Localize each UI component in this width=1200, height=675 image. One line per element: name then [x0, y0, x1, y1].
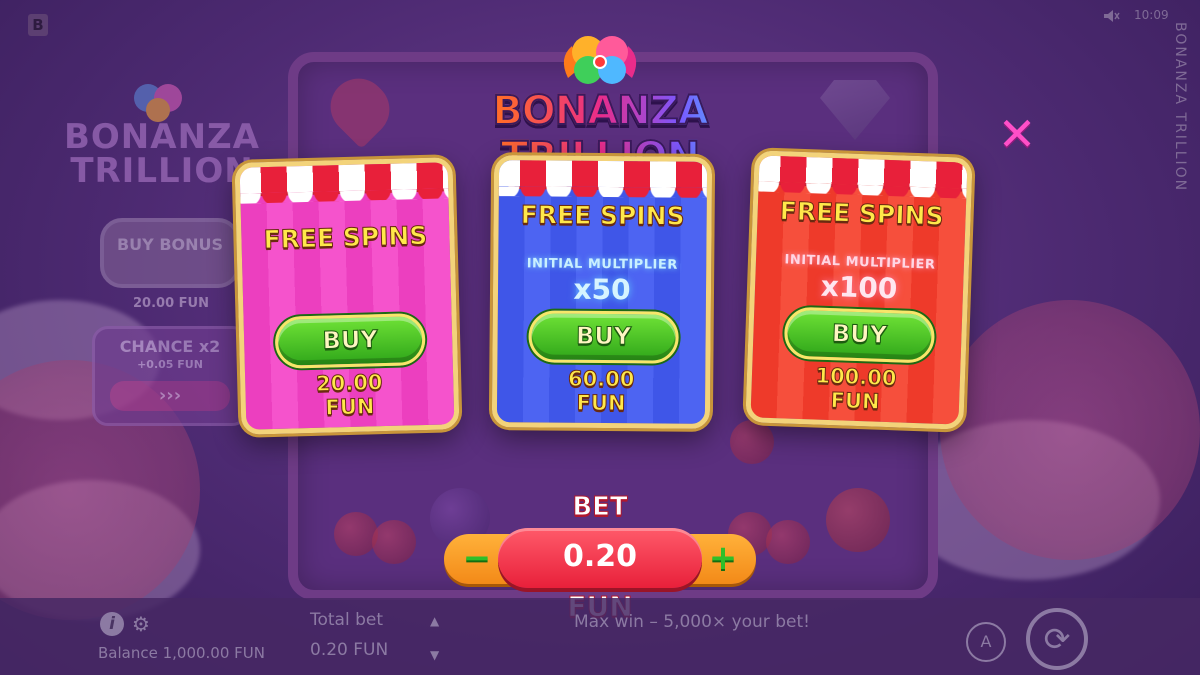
multiplier-value: x100	[820, 269, 898, 306]
multiplier-label: INITIAL MULTIPLIER	[526, 256, 678, 273]
max-win-text: Max win – 5,000× your bet!	[574, 612, 810, 632]
card-awning	[234, 157, 454, 197]
offer-title: FREE SPINS	[779, 196, 945, 232]
gear-icon[interactable]: ⚙	[132, 612, 150, 636]
clover-logo-icon	[563, 36, 637, 84]
offer-title: FREE SPINS	[263, 220, 428, 255]
offer-price: 60.00 FUN	[497, 366, 705, 416]
clock: 10:09	[1134, 8, 1169, 22]
buy-bonus-button[interactable]: BUY BONUS	[100, 218, 240, 288]
offer-price-value: 60.00	[567, 366, 635, 392]
offer-price: 20.00 FUN	[245, 368, 454, 421]
total-bet-value: 0.20 FUN	[310, 640, 389, 660]
bet-label: BET	[572, 492, 628, 523]
info-icon[interactable]: i	[100, 612, 124, 636]
vertical-game-title: BONANZA TRILLION	[1172, 22, 1188, 193]
bet-decrease-button[interactable]: −	[458, 540, 496, 578]
close-icon[interactable]: ✕	[996, 111, 1038, 157]
orange-slice-decoration	[940, 300, 1200, 560]
autoplay-icon[interactable]: A	[966, 622, 1006, 662]
chance-x2-panel: CHANCE x2 +0.05 FUN ›››	[92, 326, 248, 426]
buy-button[interactable]: BUY	[528, 310, 679, 364]
card-awning	[753, 150, 973, 192]
mute-icon[interactable]	[1104, 10, 1120, 22]
cherry-symbol	[766, 520, 810, 564]
bottom-bar	[0, 598, 1200, 675]
game-logo: BONANZA TRILLION	[400, 28, 800, 181]
side-game-title: BONANZA TRILLION	[63, 117, 260, 191]
offer-price-currency: FUN	[576, 390, 626, 416]
offer-price-currency: FUN	[325, 394, 376, 420]
card-awning	[493, 155, 713, 191]
spin-icon[interactable]: ⟳	[1026, 608, 1088, 670]
buy-bonus-price: 20.00 FUN	[133, 296, 209, 311]
cherry-symbol	[372, 520, 416, 564]
apple-symbol	[826, 488, 890, 552]
buy-button[interactable]: BUY	[783, 306, 936, 364]
chevron-down-icon[interactable]: ▼	[430, 648, 439, 662]
offer-title: FREE SPINS	[520, 200, 685, 231]
bet-value: 0.20	[498, 528, 702, 588]
total-bet-label: Total bet	[310, 610, 384, 630]
offer-card-free-spins: FREE SPINS BUY 20.00 FUN	[234, 157, 460, 435]
bet-increase-button[interactable]: +	[704, 540, 742, 578]
chance-toggle[interactable]: ›››	[110, 381, 230, 411]
chance-sub: +0.05 FUN	[137, 358, 203, 371]
chevron-up-icon[interactable]: ▲	[430, 614, 439, 628]
balance-display: Balance 1,000.00 FUN	[98, 644, 265, 662]
offer-card-free-spins-x50: FREE SPINS INITIAL MULTIPLIER x50 BUY 60…	[491, 155, 713, 429]
buy-button[interactable]: BUY	[274, 312, 426, 369]
offer-price: 100.00 FUN	[751, 361, 961, 416]
cherry-symbol	[334, 512, 378, 556]
multiplier-value: x50	[573, 272, 631, 307]
brand-logo: B	[28, 14, 48, 36]
chance-label: CHANCE x2	[119, 337, 221, 356]
cherry-symbol	[730, 420, 774, 464]
offer-card-free-spins-x100: FREE SPINS INITIAL MULTIPLIER x100 BUY 1…	[745, 150, 973, 430]
